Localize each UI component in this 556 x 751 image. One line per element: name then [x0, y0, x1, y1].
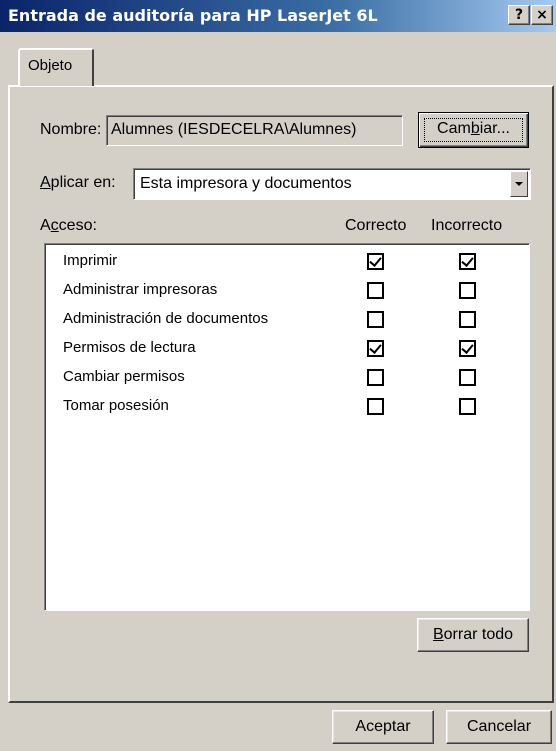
apply-select-value: Esta impresora y documentos: [140, 175, 352, 192]
success-checkbox[interactable]: [367, 369, 384, 386]
failure-checkbox[interactable]: [459, 253, 476, 270]
failure-checkbox[interactable]: [459, 311, 476, 328]
access-label: Acceso:: [40, 217, 97, 234]
success-checkbox[interactable]: [367, 340, 384, 357]
permission-label: Permisos de lectura: [63, 339, 196, 356]
permission-label: Imprimir: [63, 252, 118, 269]
success-checkbox[interactable]: [367, 253, 384, 270]
failure-checkbox[interactable]: [459, 340, 476, 357]
change-button[interactable]: Cambiar...: [418, 112, 529, 148]
window-title: Entrada de auditoría para HP LaserJet 6L: [8, 6, 378, 25]
tab-objeto-label: Objeto: [28, 57, 73, 74]
permission-label: Administración de documentos: [63, 310, 269, 327]
permission-label: Cambiar permisos: [63, 368, 185, 385]
focus-rect: [424, 118, 523, 142]
permission-label: Tomar posesión: [63, 397, 169, 414]
success-checkbox[interactable]: [367, 398, 384, 415]
apply-select[interactable]: Esta impresora y documentos: [133, 168, 531, 200]
chevron-down-icon[interactable]: [510, 171, 528, 197]
help-button[interactable]: ?: [508, 5, 530, 25]
close-button[interactable]: ×: [531, 5, 553, 25]
title-bar[interactable]: Entrada de auditoría para HP LaserJet 6L…: [0, 0, 556, 32]
permission-label: Administrar impresoras: [63, 281, 218, 298]
column-header-success: Correcto: [345, 217, 407, 234]
name-label: Nombre:: [40, 121, 102, 138]
list-item: Administrar impresoras: [45, 277, 529, 306]
failure-checkbox[interactable]: [459, 398, 476, 415]
apply-label: Aplicar en:: [40, 174, 116, 191]
list-item: Administración de documentos: [45, 306, 529, 335]
cancel-button[interactable]: Cancelar: [446, 710, 552, 744]
clear-all-button[interactable]: Borrar todo: [417, 618, 529, 652]
audit-entry-dialog: Entrada de auditoría para HP LaserJet 6L…: [0, 0, 556, 751]
success-checkbox[interactable]: [367, 311, 384, 328]
access-list[interactable]: Imprimir Administrar impresoras Administra…: [44, 243, 530, 611]
list-item: Permisos de lectura: [45, 335, 529, 364]
column-header-failure: Incorrecto: [431, 217, 503, 234]
list-item: Tomar posesión: [45, 393, 529, 422]
failure-checkbox[interactable]: [459, 282, 476, 299]
name-field: Alumnes (IESDECELRA\Alumnes): [106, 115, 403, 146]
clear-all-button-label: Borrar todo: [432, 626, 514, 643]
failure-checkbox[interactable]: [459, 369, 476, 386]
tab-objeto[interactable]: Objeto: [18, 48, 94, 86]
list-item: Cambiar permisos: [45, 364, 529, 393]
ok-button[interactable]: Aceptar: [332, 710, 434, 744]
success-checkbox[interactable]: [367, 282, 384, 299]
list-item: Imprimir: [45, 248, 529, 277]
